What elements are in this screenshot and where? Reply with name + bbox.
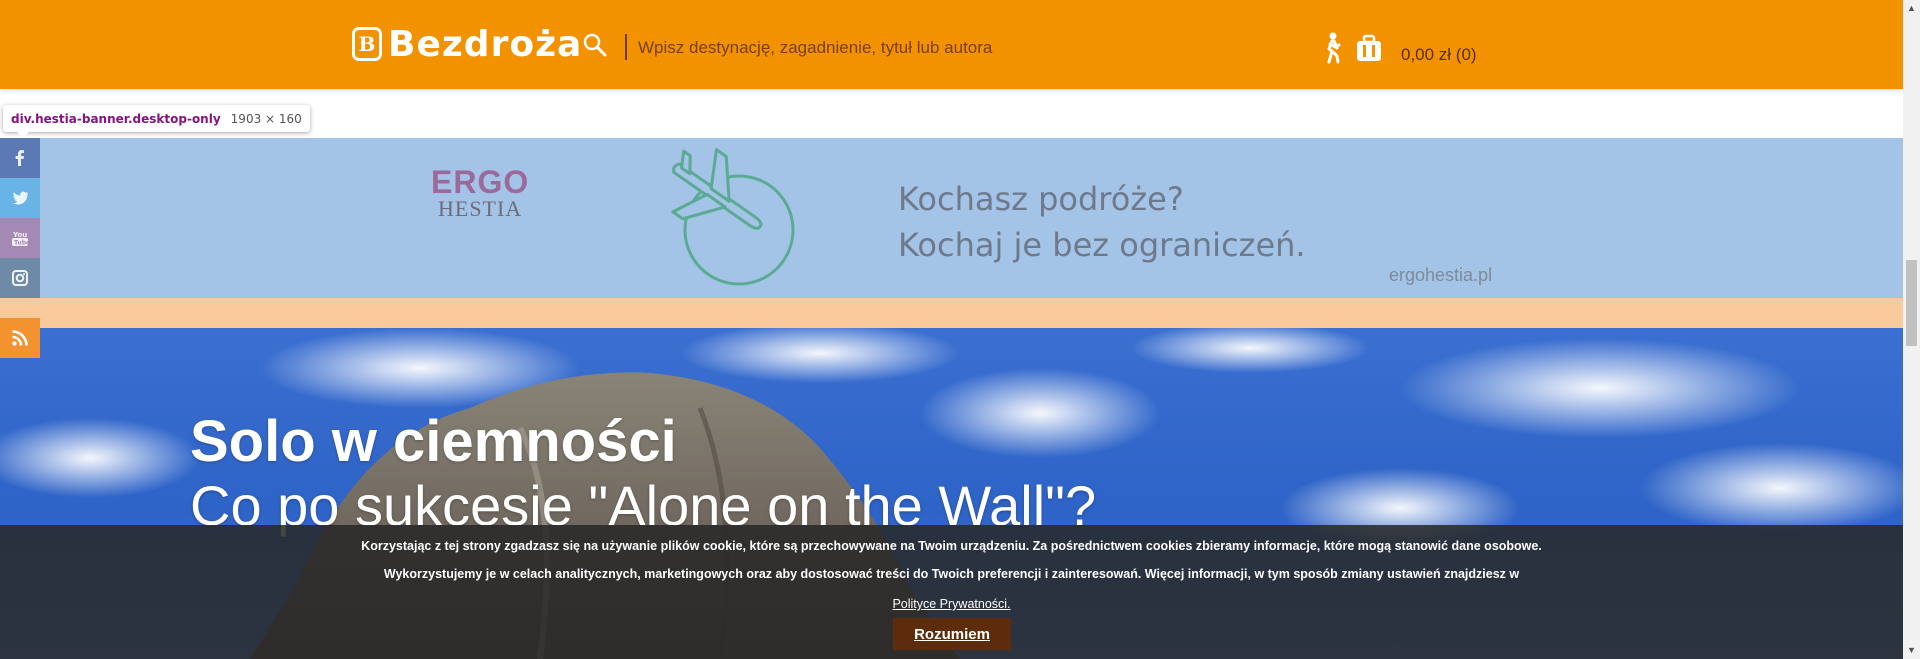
hestia-banner[interactable]: ERGO HESTIA Kochasz podróże? Kochaj je b… <box>0 138 1903 298</box>
instagram-icon <box>12 270 28 286</box>
svg-text:Tube: Tube <box>14 240 30 247</box>
plane-globe-graphic <box>671 148 795 286</box>
tooltip-size: 1903 × 160 <box>230 111 302 126</box>
search-input[interactable] <box>636 34 1060 62</box>
site-header: B Bezdroża 0,00 zł (0) <box>0 0 1903 89</box>
brand-hestia: HESTIA <box>438 196 523 221</box>
privacy-policy-link[interactable]: Polityce Prywatności. <box>892 597 1010 611</box>
cookie-text-line2: Wykorzystujemy je w celach analitycznych… <box>383 567 1520 581</box>
hero-title[interactable]: Solo w ciemności <box>190 408 677 475</box>
cookie-consent-bar: Korzystając z tej strony zgadzasz się na… <box>0 525 1903 659</box>
scroll-up-arrow-icon[interactable]: ▲ <box>1903 0 1920 17</box>
twitter-icon <box>12 191 28 205</box>
scroll-down-arrow-icon[interactable]: ▼ <box>1903 642 1920 659</box>
facebook-icon <box>15 150 24 166</box>
devtools-element-tooltip: div.hestia-banner.desktop-only 1903 × 16… <box>3 105 310 138</box>
youtube-icon: YouTube <box>12 231 30 247</box>
search-divider <box>625 34 627 60</box>
ergo-hestia-logo: ERGO HESTIA <box>431 166 529 220</box>
banner-headline: Kochasz podróże? <box>898 180 1184 218</box>
logo-mark-icon: B <box>352 27 382 61</box>
hiker-icon[interactable] <box>1320 32 1346 64</box>
section-divider-strip <box>0 298 1903 328</box>
social-instagram-button[interactable] <box>0 258 40 298</box>
banner-url[interactable]: ergohestia.pl <box>1389 265 1492 286</box>
social-facebook-button[interactable] <box>0 138 40 178</box>
rss-icon <box>12 330 28 346</box>
scrollbar-thumb[interactable] <box>1906 260 1917 346</box>
luggage-cart-icon[interactable] <box>1354 33 1384 63</box>
logo-text: Bezdroża <box>388 23 583 65</box>
cookie-text-line1: Korzystając z tej strony zgadzasz się na… <box>361 539 1542 553</box>
tooltip-selector: div.hestia-banner.desktop-only <box>11 111 221 126</box>
social-youtube-button[interactable]: You Tube <box>0 218 40 258</box>
social-rss-button[interactable] <box>0 318 40 358</box>
cart-total[interactable]: 0,00 zł (0) <box>1401 45 1477 65</box>
social-twitter-button[interactable] <box>0 178 40 218</box>
brand-ergo: ERGO <box>431 164 530 200</box>
search-icon[interactable] <box>582 32 608 58</box>
page-scrollbar[interactable]: ▲ ▼ <box>1903 0 1920 659</box>
site-logo[interactable]: B Bezdroża <box>352 23 583 65</box>
banner-subheadline: Kochaj je bez ograniczeń. <box>898 226 1306 264</box>
accept-cookies-button[interactable]: Rozumiem <box>893 618 1011 650</box>
svg-text:You: You <box>12 231 27 239</box>
